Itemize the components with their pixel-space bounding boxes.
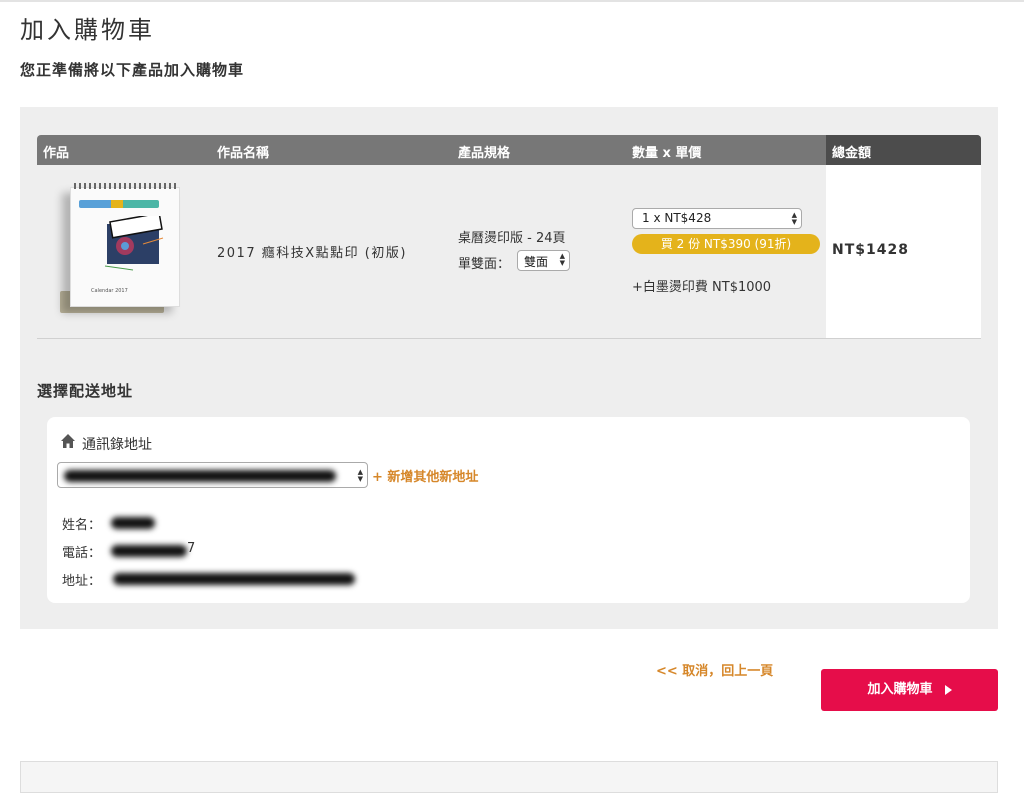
product-spec: 桌曆燙印版 - 24頁 [458, 231, 566, 246]
add-new-address-link[interactable]: + 新增其他新地址 [372, 466, 478, 485]
header-qty-price: 數量 x 單價 [632, 146, 702, 161]
add-to-cart-button[interactable]: 加入購物車 [821, 669, 998, 711]
header-total: 總金額 [832, 146, 872, 161]
calendar-title-art [79, 200, 159, 208]
select-arrows-icon: ▲ ▼ [791, 211, 797, 226]
home-icon [61, 434, 75, 448]
address-label: 地址： [62, 574, 102, 589]
quantity-select-value: 1 x NT$428 [642, 211, 712, 225]
shipping-title: 選擇配送地址 [37, 382, 134, 400]
quantity-select[interactable]: 1 x NT$428 ▲ ▼ [632, 208, 802, 229]
calendar-caption: Calendar 2017 [91, 288, 128, 294]
address-book-label: 通訊錄地址 [82, 437, 152, 453]
calendar-rings [74, 183, 176, 189]
header-spec: 產品規格 [458, 146, 511, 161]
page-title: 加入購物車 [20, 16, 155, 44]
redacted-address [113, 573, 355, 585]
header-work: 作品 [43, 146, 70, 161]
total-cell: NT$1428 [826, 165, 981, 338]
total-amount: NT$1428 [832, 242, 909, 258]
row-divider [37, 338, 981, 339]
extra-fee: +白墨燙印費 NT$1000 [632, 280, 772, 295]
name-label: 姓名： [62, 518, 102, 533]
address-card: 通訊錄地址 ▲ ▼ + 新增其他新地址 姓名： 電話： 7 地址： [47, 417, 970, 603]
page-subtitle: 您正準備將以下產品加入購物車 [20, 61, 245, 79]
select-arrows-icon: ▲ ▼ [559, 252, 565, 267]
calendar-page: Calendar 2017 [70, 187, 180, 307]
address-select[interactable]: ▲ ▼ [57, 462, 368, 488]
redacted-phone [111, 545, 187, 557]
table-header: 作品 作品名稱 產品規格 數量 x 單價 總金額 [37, 135, 981, 165]
redacted-name [111, 517, 155, 529]
calendar-artwork [104, 216, 164, 271]
select-arrows-icon: ▲ ▼ [357, 468, 363, 483]
bottom-section [20, 761, 998, 793]
header-name: 作品名稱 [217, 146, 270, 161]
product-thumbnail: Calendar 2017 [56, 183, 180, 313]
back-link[interactable]: << 取消，回上一頁 [656, 660, 773, 679]
sides-select-value: 雙面 [524, 255, 549, 269]
cart-panel: 作品 作品名稱 產品規格 數量 x 單價 總金額 Calendar 2017 2… [20, 107, 998, 629]
caret-right-icon [944, 684, 952, 695]
phone-tail: 7 [187, 541, 196, 556]
promo-badge: 買 2 份 NT$390 (91折) [632, 234, 820, 254]
redacted-address-option [64, 470, 336, 482]
product-name: 2017 癮科技X點點印 (初版) [217, 246, 407, 261]
top-divider [0, 0, 1024, 2]
add-to-cart-label: 加入購物車 [867, 682, 933, 697]
sides-label: 單雙面： [458, 257, 511, 272]
phone-label: 電話： [62, 546, 102, 561]
sides-select[interactable]: 雙面 ▲ ▼ [517, 250, 570, 271]
